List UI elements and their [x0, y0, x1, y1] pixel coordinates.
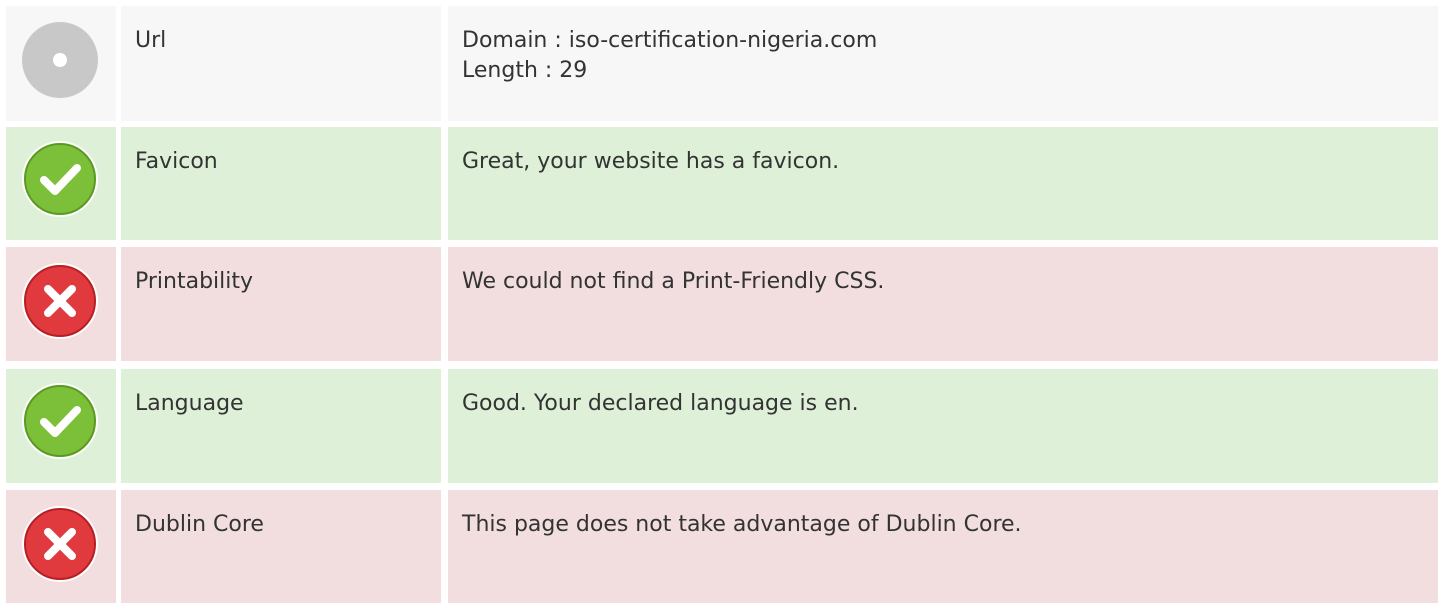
table-row-language: Language Good. Your declared language is…	[0, 369, 1445, 483]
value-cell: Domain : iso-certification-nigeria.com L…	[448, 6, 1438, 121]
value-line: We could not find a Print-Friendly CSS.	[462, 269, 885, 294]
domain-line: Domain : iso-certification-nigeria.com	[462, 28, 878, 53]
status-cell	[6, 490, 116, 603]
row-value: Great, your website has a favicon.	[462, 147, 839, 177]
row-value: This page does not take advantage of Dub…	[462, 510, 1022, 540]
label-cell: Language	[121, 369, 441, 483]
row-value: We could not find a Print-Friendly CSS.	[462, 267, 884, 297]
value-line: This page does not take advantage of Dub…	[462, 512, 1022, 537]
check-icon	[20, 381, 100, 461]
neutral-circle-icon	[20, 20, 100, 100]
check-icon	[20, 139, 100, 219]
status-cell	[6, 247, 116, 361]
value-cell: Great, your website has a favicon.	[448, 127, 1438, 240]
label-cell: Dublin Core	[121, 490, 441, 603]
status-cell	[6, 127, 116, 240]
table-row-url: Url Domain : iso-certification-nigeria.c…	[0, 6, 1445, 121]
label-cell: Printability	[121, 247, 441, 361]
row-label: Dublin Core	[135, 512, 264, 537]
status-cell	[6, 369, 116, 483]
status-cell	[6, 6, 116, 121]
row-value: Good. Your declared language is en.	[462, 389, 859, 419]
table-row-favicon: Favicon Great, your website has a favico…	[0, 127, 1445, 240]
cross-icon	[20, 504, 100, 584]
label-cell: Favicon	[121, 127, 441, 240]
value-cell: We could not find a Print-Friendly CSS.	[448, 247, 1438, 361]
row-label: Printability	[135, 269, 254, 294]
row-label: Language	[135, 391, 244, 416]
length-line: Length : 29	[462, 58, 588, 83]
seo-audit-table: Url Domain : iso-certification-nigeria.c…	[0, 0, 1445, 603]
value-cell: This page does not take advantage of Dub…	[448, 490, 1438, 603]
cross-icon	[20, 261, 100, 341]
table-row-printability: Printability We could not find a Print-F…	[0, 247, 1445, 361]
row-label: Url	[135, 28, 167, 53]
value-cell: Good. Your declared language is en.	[448, 369, 1438, 483]
label-cell: Url	[121, 6, 441, 121]
table-row-dublin-core: Dublin Core This page does not take adva…	[0, 490, 1445, 603]
value-line: Great, your website has a favicon.	[462, 149, 840, 174]
value-line: Good. Your declared language is en.	[462, 391, 859, 416]
row-value: Domain : iso-certification-nigeria.com L…	[462, 26, 877, 86]
row-label: Favicon	[135, 149, 218, 174]
